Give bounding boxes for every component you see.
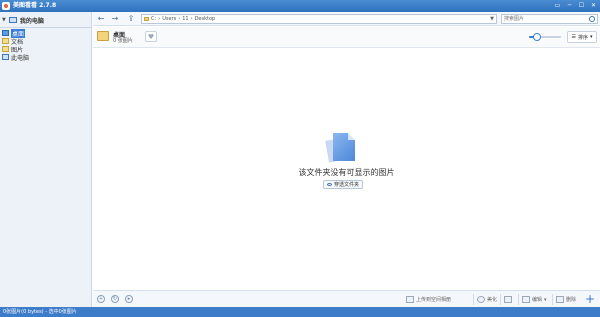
edit-label: 编辑 <box>532 297 543 303</box>
search-input[interactable] <box>502 15 582 23</box>
zoom-in-circle-icon[interactable]: + <box>97 295 105 303</box>
address-part-users[interactable]: Users <box>162 16 176 22</box>
address-separator: › <box>178 16 181 22</box>
sort-icon: ☰ <box>571 34 576 40</box>
expand-arrow-icon[interactable]: ▼ <box>2 17 6 23</box>
rotate-circle-icon[interactable]: ↻ <box>111 295 119 303</box>
search-icon[interactable] <box>589 16 595 22</box>
forward-button[interactable]: → <box>110 14 120 24</box>
sidebar-item-this-pc[interactable]: 此电脑 <box>2 53 62 62</box>
maximize-button[interactable]: ☐ <box>577 1 586 10</box>
toolbar-divider <box>518 294 519 305</box>
folder-header: 桌面 0 张图片 ♥ ☰ 排序 ▾ <box>93 27 600 48</box>
sidebar-item-label: 此电脑 <box>11 54 30 62</box>
empty-message: 该文件夹没有可显示的图片 <box>298 168 395 177</box>
chevron-down-icon: ▾ <box>544 296 547 303</box>
current-folder-icon <box>97 31 109 41</box>
upload-label: 上传到空间相册 <box>416 297 452 303</box>
window-title: 美图看看 2.7.8 <box>13 2 57 9</box>
beautify-button[interactable]: 美化 <box>477 295 497 304</box>
address-dropdown-icon[interactable]: ▼ <box>490 16 494 22</box>
sort-label: 排序 <box>577 34 588 41</box>
crop-icon <box>504 296 512 303</box>
edit-icon <box>522 296 530 303</box>
toolbar-divider <box>552 294 553 305</box>
folder-icon <box>144 17 149 21</box>
sidebar: ▼ 我的电脑 桌面 文档 图片 此电脑 <box>0 12 92 307</box>
add-button[interactable]: + <box>585 293 595 305</box>
address-separator: › <box>190 16 193 22</box>
upload-to-album-button[interactable]: 上传到空间相册 <box>406 295 451 304</box>
edit-button[interactable]: 编辑 ▾ <box>522 295 547 304</box>
address-drive[interactable]: C: <box>151 16 156 22</box>
beautify-label: 美化 <box>487 297 498 303</box>
chevron-down-icon: ▾ <box>589 34 593 40</box>
trash-icon <box>556 296 564 303</box>
search-box[interactable] <box>501 14 598 24</box>
computer-icon <box>2 54 9 60</box>
slideshow-circle-icon[interactable]: ▸ <box>125 295 133 303</box>
delete-label: 删除 <box>566 297 577 303</box>
bottom-toolbar: + ↻ ▸ 上传到空间相册 美化 编辑 ▾ 删除 + <box>93 290 600 307</box>
desktop-folder-icon <box>2 30 9 36</box>
empty-folder-illustration <box>325 131 359 165</box>
browse-subfolders-button[interactable]: 穿透文件夹 <box>323 180 363 189</box>
up-folder-button[interactable]: ⇪ <box>126 14 136 24</box>
back-button[interactable]: ← <box>96 14 106 24</box>
app-logo-icon <box>2 2 10 10</box>
favorite-heart-button[interactable]: ♥ <box>145 31 157 42</box>
sidebar-root-label: 我的电脑 <box>19 17 44 25</box>
eye-icon <box>326 183 332 186</box>
status-bar: 0张图片(0 bytes) - 选中0张图片 <box>0 307 600 317</box>
zoom-slider-handle[interactable] <box>533 33 541 41</box>
sort-button[interactable]: ☰ 排序 ▾ <box>567 31 597 43</box>
documents-folder-icon <box>2 38 9 44</box>
sidebar-root-my-computer[interactable]: ▼ 我的电脑 <box>2 15 44 25</box>
close-button[interactable]: ✕ <box>589 1 598 10</box>
title-bar: 美图看看 2.7.8 ▭ ─ ☐ ✕ <box>0 0 600 12</box>
beautify-icon <box>477 296 485 303</box>
skin-button[interactable]: ▭ <box>553 1 562 10</box>
computer-icon <box>8 17 17 23</box>
address-bar[interactable]: C: › Users › 11 › Desktop ▼ <box>141 14 497 24</box>
delete-button[interactable]: 删除 <box>556 295 576 304</box>
toolbar-divider <box>500 294 501 305</box>
address-part-desktop[interactable]: Desktop <box>195 16 216 22</box>
minimize-button[interactable]: ─ <box>565 1 574 10</box>
toolbar-divider <box>473 294 474 305</box>
navigation-toolbar: ← → ⇪ C: › Users › 11 › Desktop ▼ <box>93 12 600 26</box>
browse-subfolders-label: 穿透文件夹 <box>333 182 359 188</box>
address-part-user[interactable]: 11 <box>182 16 188 22</box>
crop-button[interactable] <box>504 295 512 304</box>
image-count: 0 张图片 <box>113 38 133 44</box>
thumbnail-area: 该文件夹没有可显示的图片 穿透文件夹 <box>93 49 600 290</box>
address-separator: › <box>158 16 161 22</box>
pictures-folder-icon <box>2 46 9 52</box>
upload-icon <box>406 296 414 303</box>
